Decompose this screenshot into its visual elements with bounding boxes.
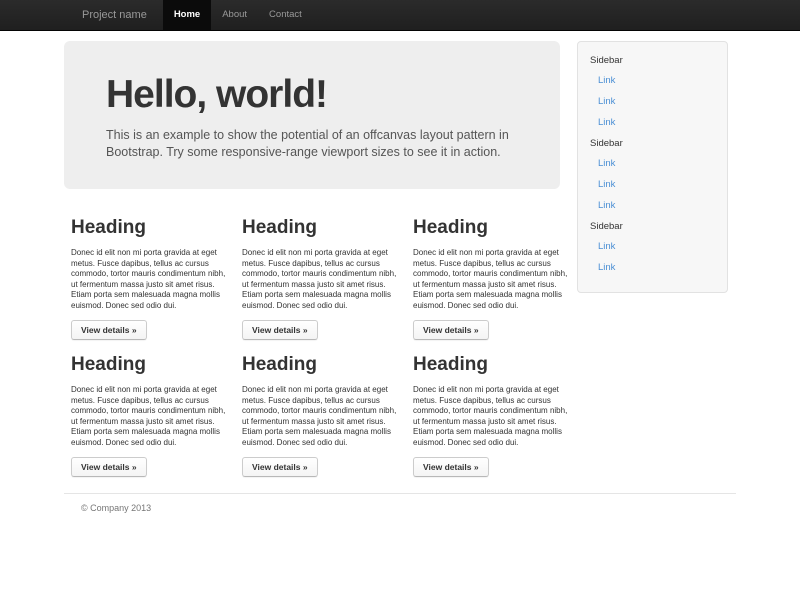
card-text: Donec id elit non mi porta gravida at eg… xyxy=(71,248,229,311)
card-heading: Heading xyxy=(71,217,235,239)
cards-row-1: Heading Donec id elit non mi porta gravi… xyxy=(71,217,560,340)
card-text: Donec id elit non mi porta gravida at eg… xyxy=(242,385,400,448)
view-details-button[interactable]: View details » xyxy=(242,457,318,477)
sidebar-header: Sidebar xyxy=(590,50,715,70)
card-heading: Heading xyxy=(413,217,577,239)
card-text: Donec id elit non mi porta gravida at eg… xyxy=(71,385,229,448)
card-heading: Heading xyxy=(413,354,577,376)
content-card: Heading Donec id elit non mi porta gravi… xyxy=(71,217,235,340)
card-heading: Heading xyxy=(242,217,406,239)
card-text: Donec id elit non mi porta gravida at eg… xyxy=(413,385,571,448)
content-card: Heading Donec id elit non mi porta gravi… xyxy=(242,217,406,340)
view-details-button[interactable]: View details » xyxy=(413,457,489,477)
top-navbar: Project name Home About Contact xyxy=(0,0,800,31)
page-footer: © Company 2013 xyxy=(64,493,736,513)
sidebar-link[interactable]: Link xyxy=(590,195,715,216)
copyright-text: © Company 2013 xyxy=(81,503,736,513)
nav-link-contact[interactable]: Contact xyxy=(258,0,313,30)
sidebar-link[interactable]: Link xyxy=(590,257,715,278)
nav-link-home[interactable]: Home xyxy=(163,0,211,30)
view-details-button[interactable]: View details » xyxy=(242,320,318,340)
sidebar-link[interactable]: Link xyxy=(590,112,715,133)
content-card: Heading Donec id elit non mi porta gravi… xyxy=(413,354,577,477)
nav-item-home[interactable]: Home xyxy=(163,0,211,30)
card-heading: Heading xyxy=(242,354,406,376)
sidebar-header: Sidebar xyxy=(590,216,715,236)
navbar-menu: Home About Contact xyxy=(163,0,313,30)
view-details-button[interactable]: View details » xyxy=(413,320,489,340)
sidebar-column: Sidebar Link Link Link Sidebar Link Link… xyxy=(577,41,728,293)
main-column: Hello, world! This is an example to show… xyxy=(64,41,560,477)
nav-item-contact[interactable]: Contact xyxy=(258,0,313,30)
navbar-brand[interactable]: Project name xyxy=(64,0,163,30)
nav-item-about[interactable]: About xyxy=(211,0,258,30)
view-details-button[interactable]: View details » xyxy=(71,457,147,477)
content-area: Hello, world! This is an example to show… xyxy=(64,41,736,477)
card-text: Donec id elit non mi porta gravida at eg… xyxy=(242,248,400,311)
page-title: Hello, world! xyxy=(106,73,540,117)
card-heading: Heading xyxy=(71,354,235,376)
sidebar-link[interactable]: Link xyxy=(590,153,715,174)
jumbotron-lead: This is an example to show the potential… xyxy=(106,127,540,161)
content-card: Heading Donec id elit non mi porta gravi… xyxy=(71,354,235,477)
content-card: Heading Donec id elit non mi porta gravi… xyxy=(413,217,577,340)
cards-row-2: Heading Donec id elit non mi porta gravi… xyxy=(71,354,560,477)
sidebar-panel: Sidebar Link Link Link Sidebar Link Link… xyxy=(577,41,728,293)
view-details-button[interactable]: View details » xyxy=(71,320,147,340)
nav-link-about[interactable]: About xyxy=(211,0,258,30)
sidebar-link[interactable]: Link xyxy=(590,174,715,195)
sidebar-link[interactable]: Link xyxy=(590,91,715,112)
sidebar-header: Sidebar xyxy=(590,133,715,153)
card-text: Donec id elit non mi porta gravida at eg… xyxy=(413,248,571,311)
sidebar-link[interactable]: Link xyxy=(590,236,715,257)
sidebar-link[interactable]: Link xyxy=(590,70,715,91)
content-card: Heading Donec id elit non mi porta gravi… xyxy=(242,354,406,477)
jumbotron: Hello, world! This is an example to show… xyxy=(64,41,560,189)
